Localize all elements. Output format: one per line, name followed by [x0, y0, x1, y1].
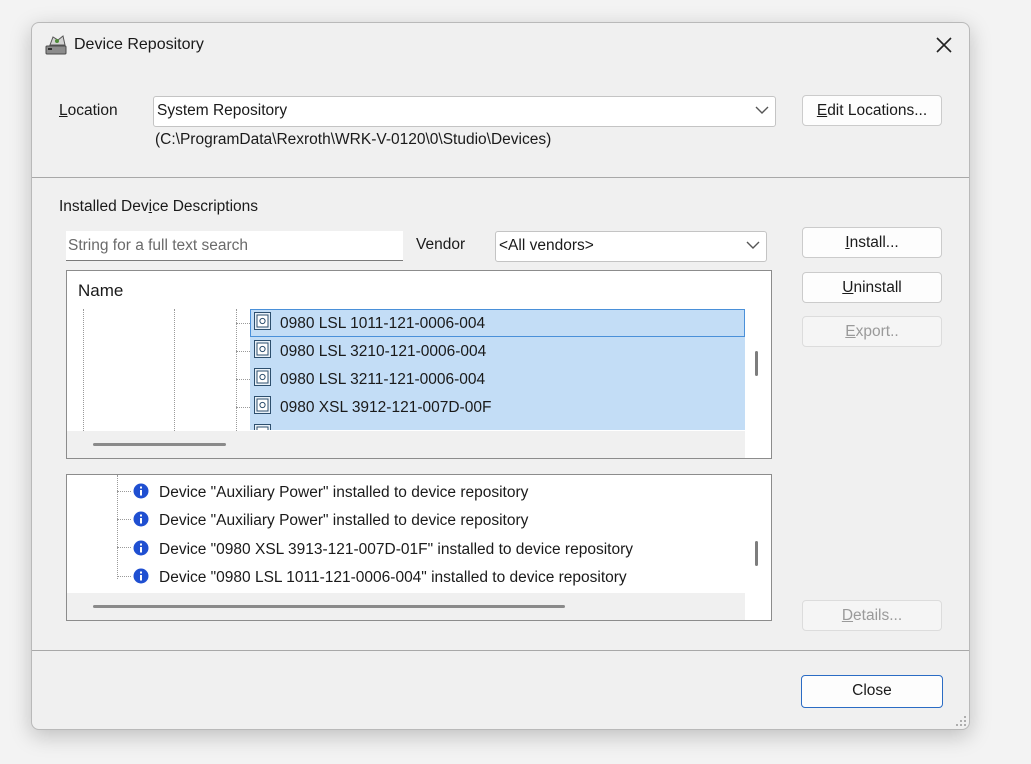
location-label: Location — [59, 102, 118, 119]
tree-line — [117, 547, 131, 548]
device-tree[interactable]: Name 0980 LSL 1011-121-0006-004 0980 LSL… — [66, 270, 772, 459]
tree-row-label: 0980 LSL 1011-121-0006-004 — [280, 315, 486, 332]
details-button[interactable]: Details... — [802, 600, 942, 631]
log-entry-text: Device "0980 LSL 1011-121-0006-004" inst… — [159, 569, 627, 586]
device-description-icon — [254, 312, 271, 330]
close-button[interactable]: Close — [801, 675, 943, 708]
footer-divider — [32, 650, 969, 651]
export-button[interactable]: Export.. — [802, 316, 942, 347]
tree-horizontal-scrollbar[interactable] — [93, 443, 226, 446]
tree-row-label: 0980 LSL 3210-121-0006-004 — [280, 343, 487, 360]
chevron-down-icon — [746, 241, 760, 249]
title-bar: Device Repository — [32, 23, 969, 69]
log-vertical-scrollbar[interactable] — [755, 541, 758, 566]
search-input-box[interactable] — [66, 231, 403, 261]
vendor-value: <All vendors> — [499, 237, 594, 254]
chevron-down-icon — [755, 106, 769, 114]
install-button[interactable]: Install... — [802, 227, 942, 258]
info-icon — [133, 540, 149, 556]
device-repository-dialog: Device Repository Location System Reposi… — [31, 22, 970, 730]
device-description-icon — [254, 396, 271, 414]
search-input[interactable] — [66, 231, 403, 260]
tree-line — [174, 309, 175, 437]
log-entry-text: Device "0980 XSL 3913-121-007D-01F" inst… — [159, 541, 633, 558]
tree-line — [83, 309, 84, 437]
device-description-icon — [254, 368, 271, 386]
info-icon — [133, 483, 149, 499]
location-value: System Repository — [157, 102, 288, 119]
tree-line — [236, 323, 250, 324]
name-column-header[interactable]: Name — [78, 281, 123, 301]
tree-line — [117, 519, 131, 520]
tree-row[interactable]: 0980 LSL 3211-121-0006-004 — [250, 365, 745, 393]
tree-line — [236, 309, 237, 437]
device-repository-icon — [45, 35, 67, 55]
tree-row[interactable]: 0980 LSL 1011-121-0006-004 — [250, 309, 745, 337]
vendor-combobox[interactable]: <All vendors> — [495, 231, 767, 262]
tree-line — [236, 407, 250, 408]
log-entry-text: Device "Auxiliary Power" installed to de… — [159, 512, 529, 529]
edit-locations-button[interactable]: Edit Locations... — [802, 95, 942, 126]
location-path: (C:\ProgramData\Rexroth\WRK-V-0120\0\Stu… — [155, 131, 552, 148]
tree-line — [117, 576, 131, 577]
close-icon[interactable] — [932, 33, 956, 57]
window-title: Device Repository — [74, 36, 204, 53]
tree-vertical-scrollbar[interactable] — [755, 351, 758, 376]
device-description-icon — [254, 340, 271, 358]
vendor-label: Vendor — [416, 236, 466, 253]
uninstall-button[interactable]: Uninstall — [802, 272, 942, 303]
resize-grip-icon[interactable] — [955, 715, 967, 727]
location-combobox[interactable]: System Repository — [153, 96, 776, 127]
log-entry-text: Device "Auxiliary Power" installed to de… — [159, 484, 529, 501]
tree-row-label: 0980 LSL 3211-121-0006-004 — [280, 371, 486, 388]
tree-line — [236, 351, 250, 352]
info-icon — [133, 511, 149, 527]
installed-heading: Installed Device Descriptions — [59, 198, 259, 215]
device-description-icon — [254, 424, 271, 430]
tree-row[interactable]: 0980 LSL 3210-121-0006-004 — [250, 337, 745, 365]
section-divider — [32, 177, 969, 178]
tree-line — [117, 491, 131, 492]
tree-row-label: 0980 XSL 3912-121-007D-00F — [280, 399, 492, 416]
info-icon — [133, 568, 149, 584]
message-log[interactable]: Device "Auxiliary Power" installed to de… — [66, 474, 772, 621]
tree-row-partial[interactable] — [250, 421, 745, 430]
tree-line — [236, 379, 250, 380]
log-horizontal-scrollbar[interactable] — [93, 605, 565, 608]
tree-row[interactable]: 0980 XSL 3912-121-007D-00F — [250, 393, 745, 421]
